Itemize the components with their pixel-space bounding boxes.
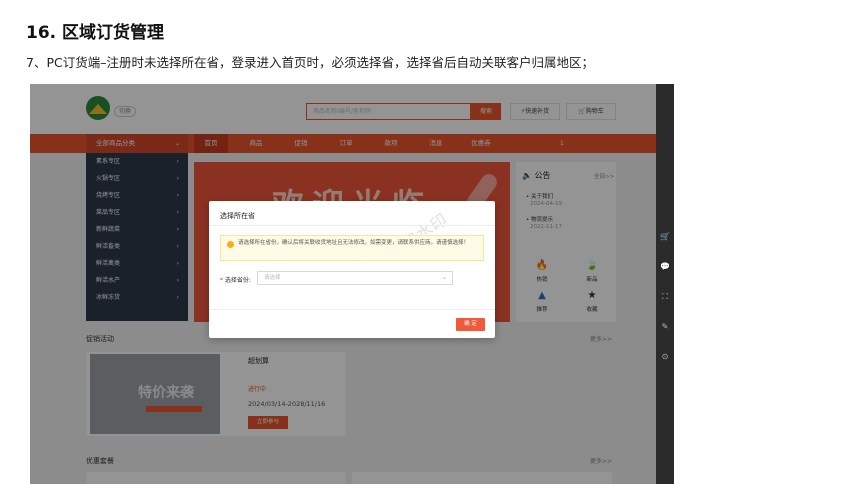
embedded-screenshot: 切换 商品名称/编号/条形码 搜索 ⚡快速补货 🛒购物车 全部商品分类 ⌄ 首页 …: [30, 84, 674, 484]
confirm-button[interactable]: 确 定: [456, 318, 485, 331]
right-toolbar: 🛒 💬 ⛶ ✎ ⊙: [656, 84, 674, 484]
province-label-text: 选择省份:: [224, 277, 251, 284]
select-province-modal: 选择所在省 试用水印 请选择所在省份，确认后将关联收货地址且无法修改。如需变更，…: [209, 201, 495, 338]
chevron-down-icon: ⌄: [441, 274, 447, 281]
scan-icon[interactable]: ⛶: [656, 292, 674, 302]
province-select-placeholder: 请选择: [264, 275, 281, 281]
back-to-top-icon[interactable]: ⊙: [656, 352, 674, 361]
modal-divider: [209, 225, 495, 226]
warning-icon: [227, 241, 234, 248]
modal-title: 选择所在省: [220, 212, 255, 220]
message-icon[interactable]: 💬: [656, 262, 674, 271]
doc-description: 7、PC订货端–注册时未选择所在省，登录进入首页时，必须选择省，选择省后自动关联…: [26, 55, 594, 70]
modal-footer-divider: [209, 309, 495, 310]
cart-icon[interactable]: 🛒: [656, 232, 674, 241]
province-select[interactable]: 请选择 ⌄: [257, 271, 453, 285]
warning-alert: 请选择所在省份，确认后将关联收货地址且无法修改。如需变更，请联系供应商。请谨慎选…: [220, 235, 484, 261]
edit-icon[interactable]: ✎: [656, 322, 674, 331]
warning-text: 请选择所在省份，确认后将关联收货地址且无法修改。如需变更，请联系供应商。请谨慎选…: [238, 240, 470, 246]
required-mark: *: [220, 277, 223, 284]
province-field-label: * 选择省份:: [220, 275, 251, 284]
doc-heading: 16. 区域订货管理: [26, 23, 165, 43]
